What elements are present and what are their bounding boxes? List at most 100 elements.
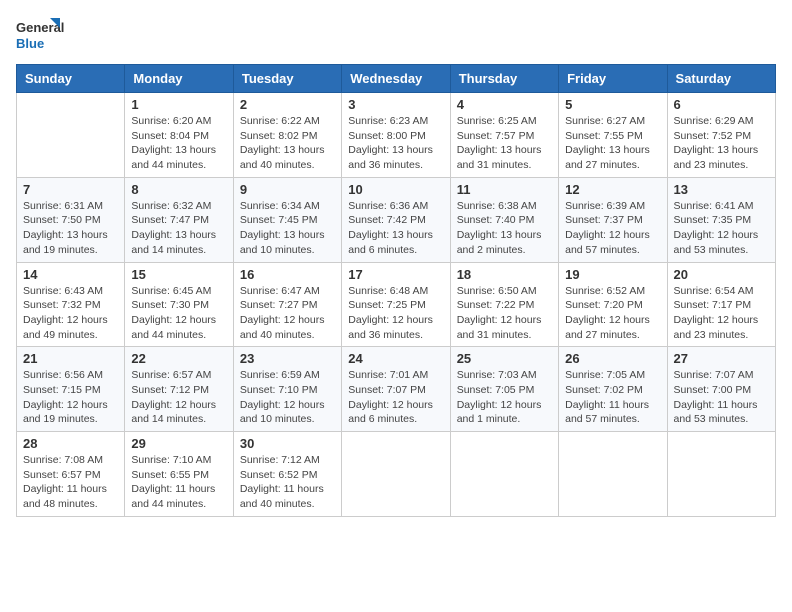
day-info: Sunrise: 6:57 AM Sunset: 7:12 PM Dayligh… xyxy=(131,368,226,427)
day-info: Sunrise: 7:10 AM Sunset: 6:55 PM Dayligh… xyxy=(131,453,226,512)
day-number: 1 xyxy=(131,97,226,112)
day-info: Sunrise: 6:27 AM Sunset: 7:55 PM Dayligh… xyxy=(565,114,660,173)
calendar-cell xyxy=(342,432,450,517)
calendar-cell: 4 Sunrise: 6:25 AM Sunset: 7:57 PM Daylig… xyxy=(450,93,558,178)
day-info: Sunrise: 6:59 AM Sunset: 7:10 PM Dayligh… xyxy=(240,368,335,427)
calendar-cell: 3 Sunrise: 6:23 AM Sunset: 8:00 PM Daylig… xyxy=(342,93,450,178)
calendar-week-row: 21 Sunrise: 6:56 AM Sunset: 7:15 PM Dayli… xyxy=(17,347,776,432)
calendar-cell: 14 Sunrise: 6:43 AM Sunset: 7:32 PM Dayli… xyxy=(17,262,125,347)
calendar-cell: 11 Sunrise: 6:38 AM Sunset: 7:40 PM Dayli… xyxy=(450,177,558,262)
day-number: 14 xyxy=(23,267,118,282)
day-number: 9 xyxy=(240,182,335,197)
calendar-cell: 19 Sunrise: 6:52 AM Sunset: 7:20 PM Dayli… xyxy=(559,262,667,347)
day-number: 22 xyxy=(131,351,226,366)
day-info: Sunrise: 6:43 AM Sunset: 7:32 PM Dayligh… xyxy=(23,284,118,343)
day-info: Sunrise: 6:52 AM Sunset: 7:20 PM Dayligh… xyxy=(565,284,660,343)
day-number: 26 xyxy=(565,351,660,366)
calendar-cell: 30Sunrise: 7:12 AM Sunset: 6:52 PM Dayli… xyxy=(233,432,341,517)
day-info: Sunrise: 7:05 AM Sunset: 7:02 PM Dayligh… xyxy=(565,368,660,427)
day-info: Sunrise: 6:50 AM Sunset: 7:22 PM Dayligh… xyxy=(457,284,552,343)
logo: GeneralBlue xyxy=(16,16,66,56)
calendar-cell: 10 Sunrise: 6:36 AM Sunset: 7:42 PM Dayli… xyxy=(342,177,450,262)
day-info: Sunrise: 6:34 AM Sunset: 7:45 PM Dayligh… xyxy=(240,199,335,258)
svg-text:Blue: Blue xyxy=(16,36,44,51)
day-info: Sunrise: 7:03 AM Sunset: 7:05 PM Dayligh… xyxy=(457,368,552,427)
day-info: Sunrise: 6:31 AM Sunset: 7:50 PM Dayligh… xyxy=(23,199,118,258)
day-number: 24 xyxy=(348,351,443,366)
day-info: Sunrise: 7:07 AM Sunset: 7:00 PM Dayligh… xyxy=(674,368,769,427)
day-info: Sunrise: 6:47 AM Sunset: 7:27 PM Dayligh… xyxy=(240,284,335,343)
calendar-week-row: 14 Sunrise: 6:43 AM Sunset: 7:32 PM Dayli… xyxy=(17,262,776,347)
day-info: Sunrise: 6:39 AM Sunset: 7:37 PM Dayligh… xyxy=(565,199,660,258)
day-info: Sunrise: 6:41 AM Sunset: 7:35 PM Dayligh… xyxy=(674,199,769,258)
calendar-week-row: 28Sunrise: 7:08 AM Sunset: 6:57 PM Dayli… xyxy=(17,432,776,517)
day-number: 25 xyxy=(457,351,552,366)
day-number: 21 xyxy=(23,351,118,366)
day-number: 6 xyxy=(674,97,769,112)
calendar-cell: 2Sunrise: 6:22 AM Sunset: 8:02 PM Daylig… xyxy=(233,93,341,178)
calendar-cell: 22 Sunrise: 6:57 AM Sunset: 7:12 PM Dayli… xyxy=(125,347,233,432)
calendar-cell xyxy=(667,432,775,517)
day-info: Sunrise: 6:20 AM Sunset: 8:04 PM Dayligh… xyxy=(131,114,226,173)
calendar-cell: 24Sunrise: 7:01 AM Sunset: 7:07 PM Dayli… xyxy=(342,347,450,432)
weekday-header: Tuesday xyxy=(233,65,341,93)
weekday-header-row: SundayMondayTuesdayWednesdayThursdayFrid… xyxy=(17,65,776,93)
day-number: 5 xyxy=(565,97,660,112)
calendar-cell: 21 Sunrise: 6:56 AM Sunset: 7:15 PM Dayli… xyxy=(17,347,125,432)
day-number: 15 xyxy=(131,267,226,282)
day-number: 30 xyxy=(240,436,335,451)
day-info: Sunrise: 6:29 AM Sunset: 7:52 PM Dayligh… xyxy=(674,114,769,173)
day-number: 11 xyxy=(457,182,552,197)
day-info: Sunrise: 6:36 AM Sunset: 7:42 PM Dayligh… xyxy=(348,199,443,258)
weekday-header: Wednesday xyxy=(342,65,450,93)
day-number: 10 xyxy=(348,182,443,197)
day-number: 4 xyxy=(457,97,552,112)
calendar-cell xyxy=(559,432,667,517)
weekday-header: Friday xyxy=(559,65,667,93)
calendar-cell: 12 Sunrise: 6:39 AM Sunset: 7:37 PM Dayli… xyxy=(559,177,667,262)
day-number: 17 xyxy=(348,267,443,282)
calendar-cell: 9 Sunrise: 6:34 AM Sunset: 7:45 PM Daylig… xyxy=(233,177,341,262)
calendar-cell: 17 Sunrise: 6:48 AM Sunset: 7:25 PM Dayli… xyxy=(342,262,450,347)
calendar-cell: 7 Sunrise: 6:31 AM Sunset: 7:50 PM Daylig… xyxy=(17,177,125,262)
page-header: GeneralBlue xyxy=(16,16,776,56)
calendar-cell: 16 Sunrise: 6:47 AM Sunset: 7:27 PM Dayli… xyxy=(233,262,341,347)
day-info: Sunrise: 6:54 AM Sunset: 7:17 PM Dayligh… xyxy=(674,284,769,343)
day-info: Sunrise: 6:25 AM Sunset: 7:57 PM Dayligh… xyxy=(457,114,552,173)
calendar-cell: 28Sunrise: 7:08 AM Sunset: 6:57 PM Dayli… xyxy=(17,432,125,517)
calendar-cell xyxy=(450,432,558,517)
weekday-header: Thursday xyxy=(450,65,558,93)
day-number: 3 xyxy=(348,97,443,112)
day-number: 19 xyxy=(565,267,660,282)
day-number: 20 xyxy=(674,267,769,282)
weekday-header: Sunday xyxy=(17,65,125,93)
calendar-cell: 5 Sunrise: 6:27 AM Sunset: 7:55 PM Daylig… xyxy=(559,93,667,178)
day-info: Sunrise: 6:56 AM Sunset: 7:15 PM Dayligh… xyxy=(23,368,118,427)
day-info: Sunrise: 7:08 AM Sunset: 6:57 PM Dayligh… xyxy=(23,453,118,512)
day-info: Sunrise: 6:32 AM Sunset: 7:47 PM Dayligh… xyxy=(131,199,226,258)
day-number: 13 xyxy=(674,182,769,197)
day-info: Sunrise: 6:23 AM Sunset: 8:00 PM Dayligh… xyxy=(348,114,443,173)
calendar-cell: 25 Sunrise: 7:03 AM Sunset: 7:05 PM Dayli… xyxy=(450,347,558,432)
calendar-cell: 15Sunrise: 6:45 AM Sunset: 7:30 PM Dayli… xyxy=(125,262,233,347)
day-number: 27 xyxy=(674,351,769,366)
day-info: Sunrise: 6:38 AM Sunset: 7:40 PM Dayligh… xyxy=(457,199,552,258)
calendar-cell: 27 Sunrise: 7:07 AM Sunset: 7:00 PM Dayli… xyxy=(667,347,775,432)
day-number: 18 xyxy=(457,267,552,282)
day-info: Sunrise: 6:22 AM Sunset: 8:02 PM Dayligh… xyxy=(240,114,335,173)
calendar-cell: 26 Sunrise: 7:05 AM Sunset: 7:02 PM Dayli… xyxy=(559,347,667,432)
weekday-header: Saturday xyxy=(667,65,775,93)
calendar-cell: 23 Sunrise: 6:59 AM Sunset: 7:10 PM Dayli… xyxy=(233,347,341,432)
day-number: 29 xyxy=(131,436,226,451)
calendar-cell xyxy=(17,93,125,178)
day-number: 12 xyxy=(565,182,660,197)
day-info: Sunrise: 6:48 AM Sunset: 7:25 PM Dayligh… xyxy=(348,284,443,343)
logo-icon: GeneralBlue xyxy=(16,16,66,56)
day-number: 8 xyxy=(131,182,226,197)
day-number: 23 xyxy=(240,351,335,366)
calendar-cell: 13 Sunrise: 6:41 AM Sunset: 7:35 PM Dayli… xyxy=(667,177,775,262)
calendar-week-row: 1 Sunrise: 6:20 AM Sunset: 8:04 PM Daylig… xyxy=(17,93,776,178)
day-number: 7 xyxy=(23,182,118,197)
calendar-week-row: 7 Sunrise: 6:31 AM Sunset: 7:50 PM Daylig… xyxy=(17,177,776,262)
day-number: 16 xyxy=(240,267,335,282)
